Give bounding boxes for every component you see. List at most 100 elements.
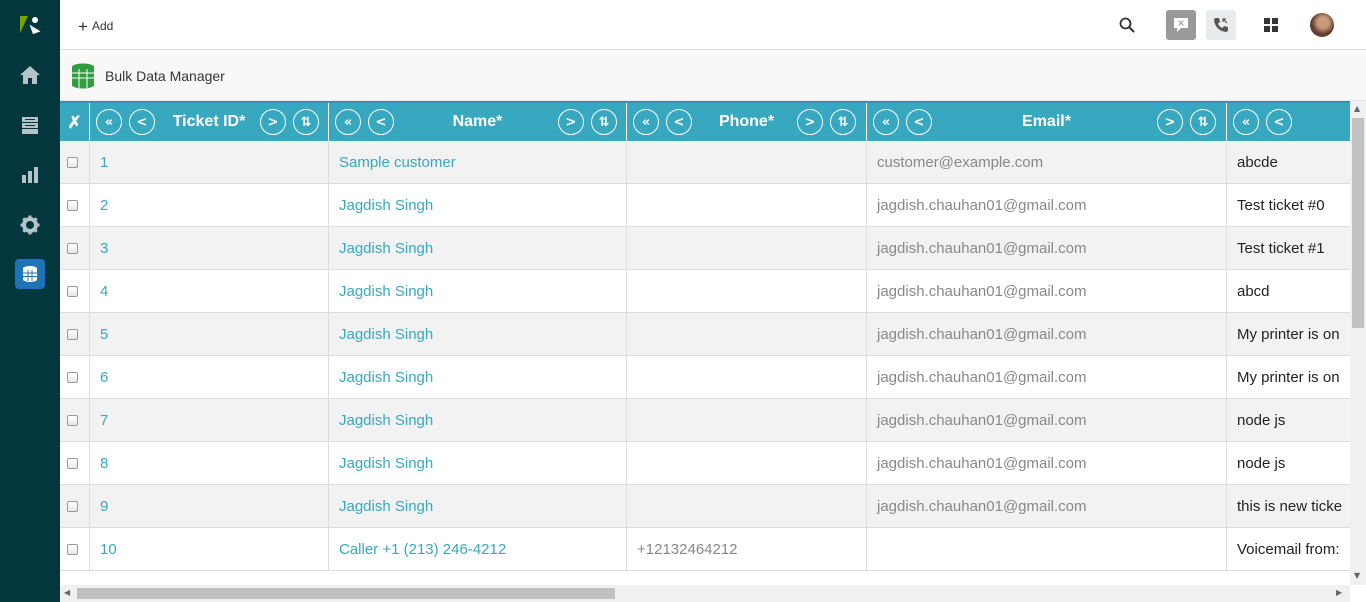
chat-button[interactable]	[1166, 10, 1196, 40]
move-first-button[interactable]: «	[96, 109, 122, 135]
nav-views[interactable]	[0, 105, 60, 145]
table-row[interactable]: 4 Jagdish Singh jagdish.chauhan01@gmail.co…	[60, 270, 1350, 313]
nav-admin[interactable]	[0, 205, 60, 245]
scroll-right-icon[interactable]: ▶	[1336, 588, 1342, 597]
sort-button[interactable]: ⇅	[591, 109, 617, 135]
table-row[interactable]: 5 Jagdish Singh jagdish.chauhan01@gmail.co…	[60, 313, 1350, 356]
scroll-up-icon[interactable]: ▲	[1354, 104, 1360, 113]
row-checkbox[interactable]	[67, 458, 78, 469]
cell-subject[interactable]: My printer is on	[1227, 313, 1350, 356]
products-button[interactable]	[1256, 10, 1286, 40]
cell-id[interactable]: 10	[90, 528, 329, 571]
move-left-button[interactable]: <	[1266, 109, 1292, 135]
add-button[interactable]: + Add	[78, 15, 113, 37]
cell-name[interactable]: Jagdish Singh	[329, 442, 627, 485]
move-first-button[interactable]: «	[1233, 109, 1259, 135]
table-row[interactable]: 9 Jagdish Singh jagdish.chauhan01@gmail.co…	[60, 485, 1350, 528]
horizontal-scrollbar[interactable]: ◀ ▶	[60, 585, 1350, 602]
sort-button[interactable]: ⇅	[830, 109, 856, 135]
cell-subject[interactable]: this is new ticke	[1227, 485, 1350, 528]
move-right-button[interactable]: >	[797, 109, 823, 135]
cell-email[interactable]: jagdish.chauhan01@gmail.com	[867, 442, 1227, 485]
cell-subject[interactable]: Voicemail from:	[1227, 528, 1350, 571]
table-row[interactable]: 7 Jagdish Singh jagdish.chauhan01@gmail.co…	[60, 399, 1350, 442]
vertical-scrollbar[interactable]: ▲ ▼	[1350, 101, 1366, 585]
sort-button[interactable]: ⇅	[293, 109, 319, 135]
scroll-left-icon[interactable]: ◀	[64, 588, 70, 597]
cell-id[interactable]: 3	[90, 227, 329, 270]
cell-id[interactable]: 1	[90, 141, 329, 184]
cell-name[interactable]: Jagdish Singh	[329, 270, 627, 313]
cell-subject[interactable]: Test ticket #0	[1227, 184, 1350, 227]
row-checkbox[interactable]	[67, 200, 78, 211]
cell-phone[interactable]	[627, 313, 867, 356]
cell-phone[interactable]	[627, 141, 867, 184]
table-row[interactable]: 3 Jagdish Singh jagdish.chauhan01@gmail.co…	[60, 227, 1350, 270]
row-checkbox[interactable]	[67, 372, 78, 383]
cell-subject[interactable]: abcde	[1227, 141, 1350, 184]
cell-name[interactable]: Jagdish Singh	[329, 227, 627, 270]
cell-phone[interactable]	[627, 356, 867, 399]
cell-email[interactable]: jagdish.chauhan01@gmail.com	[867, 313, 1227, 356]
move-right-button[interactable]: >	[1157, 109, 1183, 135]
vertical-scroll-thumb[interactable]	[1352, 118, 1364, 328]
cell-phone[interactable]	[627, 227, 867, 270]
move-left-button[interactable]: <	[129, 109, 155, 135]
row-checkbox[interactable]	[67, 415, 78, 426]
nav-reporting[interactable]	[0, 155, 60, 195]
row-checkbox[interactable]	[67, 243, 78, 254]
cell-name[interactable]: Jagdish Singh	[329, 356, 627, 399]
cell-phone[interactable]: +12132464212	[627, 528, 867, 571]
zendesk-logo[interactable]	[0, 5, 60, 45]
cell-id[interactable]: 4	[90, 270, 329, 313]
cell-name[interactable]: Jagdish Singh	[329, 313, 627, 356]
cell-email[interactable]: jagdish.chauhan01@gmail.com	[867, 227, 1227, 270]
cell-name[interactable]: Jagdish Singh	[329, 485, 627, 528]
move-right-button[interactable]: >	[260, 109, 286, 135]
sort-button[interactable]: ⇅	[1190, 109, 1216, 135]
table-row[interactable]: 8 Jagdish Singh jagdish.chauhan01@gmail.co…	[60, 442, 1350, 485]
cell-phone[interactable]	[627, 184, 867, 227]
move-first-button[interactable]: «	[633, 109, 659, 135]
cell-id[interactable]: 8	[90, 442, 329, 485]
move-left-button[interactable]: <	[666, 109, 692, 135]
cell-email[interactable]: jagdish.chauhan01@gmail.com	[867, 356, 1227, 399]
cell-subject[interactable]: Test ticket #1	[1227, 227, 1350, 270]
cell-phone[interactable]	[627, 485, 867, 528]
cell-subject[interactable]: node js	[1227, 399, 1350, 442]
cell-name[interactable]: Caller +1 (213) 246-4212	[329, 528, 627, 571]
cell-phone[interactable]	[627, 399, 867, 442]
cell-name[interactable]: Jagdish Singh	[329, 184, 627, 227]
talk-button[interactable]	[1206, 10, 1236, 40]
cell-email[interactable]	[867, 528, 1227, 571]
avatar[interactable]	[1310, 13, 1334, 37]
row-checkbox[interactable]	[67, 286, 78, 297]
cell-email[interactable]: jagdish.chauhan01@gmail.com	[867, 485, 1227, 528]
move-left-button[interactable]: <	[906, 109, 932, 135]
search-button[interactable]	[1112, 10, 1142, 40]
row-checkbox[interactable]	[67, 544, 78, 555]
cell-id[interactable]: 9	[90, 485, 329, 528]
cell-id[interactable]: 6	[90, 356, 329, 399]
move-first-button[interactable]: «	[335, 109, 361, 135]
cell-phone[interactable]	[627, 270, 867, 313]
nav-home[interactable]	[0, 55, 60, 95]
nav-bulk-data-manager[interactable]	[15, 259, 45, 289]
table-row[interactable]: 1 Sample customer customer@example.com abcd…	[60, 141, 1350, 184]
cell-subject[interactable]: abcd	[1227, 270, 1350, 313]
cell-email[interactable]: jagdish.chauhan01@gmail.com	[867, 399, 1227, 442]
cell-email[interactable]: jagdish.chauhan01@gmail.com	[867, 270, 1227, 313]
cell-phone[interactable]	[627, 442, 867, 485]
cell-email[interactable]: customer@example.com	[867, 141, 1227, 184]
move-right-button[interactable]: >	[558, 109, 584, 135]
row-checkbox[interactable]	[67, 329, 78, 340]
cell-id[interactable]: 5	[90, 313, 329, 356]
cell-id[interactable]: 2	[90, 184, 329, 227]
move-left-button[interactable]: <	[368, 109, 394, 135]
table-row[interactable]: 2 Jagdish Singh jagdish.chauhan01@gmail.co…	[60, 184, 1350, 227]
table-row[interactable]: 10 Caller +1 (213) 246-4212 +12132464212 Vo…	[60, 528, 1350, 571]
row-checkbox[interactable]	[67, 157, 78, 168]
cell-id[interactable]: 7	[90, 399, 329, 442]
scroll-down-icon[interactable]: ▼	[1354, 571, 1360, 580]
clear-selection[interactable]: ✗	[60, 103, 90, 143]
